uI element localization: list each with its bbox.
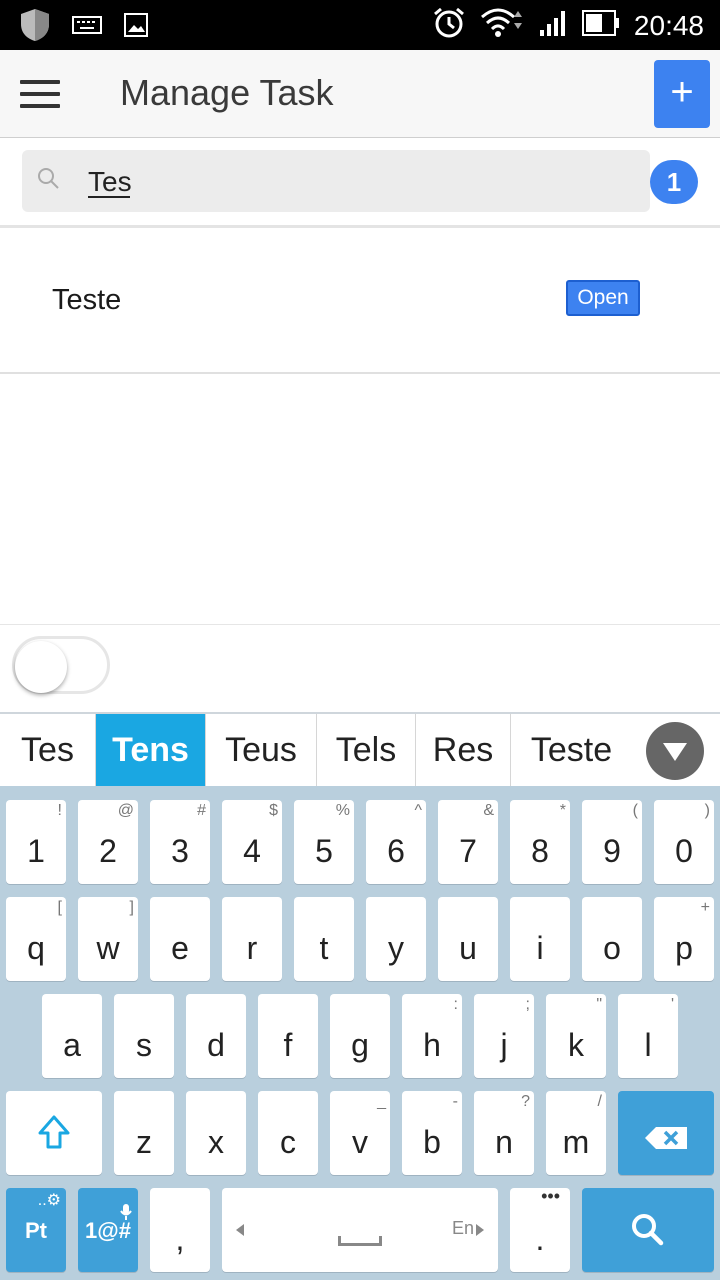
signal-icon: [538, 8, 568, 43]
space-key[interactable]: En: [222, 1188, 498, 1272]
backspace-key[interactable]: [618, 1091, 714, 1175]
comma-key[interactable]: ,: [150, 1188, 210, 1272]
wifi-icon: [480, 7, 524, 44]
settings-icon: ..⚙: [37, 1192, 61, 1209]
status-bar: 20:48: [0, 0, 720, 50]
key-b[interactable]: -b: [402, 1091, 462, 1175]
key-j[interactable]: ; j: [474, 994, 534, 1078]
key-q[interactable]: [q: [6, 897, 66, 981]
toggle-area: [0, 624, 720, 712]
key-a[interactable]: a: [42, 994, 102, 1078]
image-icon: [124, 13, 148, 42]
key-r[interactable]: r: [222, 897, 282, 981]
key-0[interactable]: ) 0: [654, 800, 714, 884]
key-g[interactable]: g: [330, 994, 390, 1078]
key-u[interactable]: u: [438, 897, 498, 981]
key-f[interactable]: f: [258, 994, 318, 1078]
shield-icon: [20, 8, 50, 47]
right-arrow-icon: [476, 1224, 484, 1236]
search-key[interactable]: [582, 1188, 714, 1272]
input-underline: [88, 196, 130, 198]
key-1[interactable]: ! 1: [6, 800, 66, 884]
keyboard: ! 1 @2 #3 $4 % 5 ^ 6 & 7 * 8 (9 ) 0 [q ] w e r …: [0, 786, 720, 1280]
key-y[interactable]: y: [366, 897, 426, 981]
key-h[interactable]: :h: [402, 994, 462, 1078]
clock-time: 20:48: [633, 9, 704, 41]
key-6[interactable]: ^ 6: [366, 800, 426, 884]
alarm-icon: [432, 6, 466, 45]
key-w[interactable]: ] w: [78, 897, 138, 981]
key-x[interactable]: x: [186, 1091, 246, 1175]
space-language-label: En: [451, 1218, 474, 1238]
symbols-key[interactable]: 1@#: [78, 1188, 138, 1272]
expand-suggestions-icon[interactable]: [646, 722, 704, 780]
search-input[interactable]: [88, 162, 608, 202]
page-title: Manage Task: [120, 72, 334, 113]
ellipsis-icon: •••: [541, 1186, 560, 1206]
key-c[interactable]: c: [258, 1091, 318, 1175]
suggestion-item[interactable]: Tels: [317, 714, 416, 786]
search-icon: [630, 1212, 664, 1254]
key-d[interactable]: d: [186, 994, 246, 1078]
key-2[interactable]: @2: [78, 800, 138, 884]
search-row: 1: [0, 138, 720, 228]
key-k[interactable]: " k: [546, 994, 606, 1078]
key-m[interactable]: / m: [546, 1091, 606, 1175]
shift-key[interactable]: [6, 1091, 102, 1175]
menu-icon[interactable]: [20, 80, 60, 110]
status-badge: Open: [566, 280, 640, 316]
result-count-badge: 1: [650, 160, 698, 204]
suggestion-item[interactable]: Teste: [511, 714, 632, 786]
key-z[interactable]: z: [114, 1091, 174, 1175]
key-e[interactable]: e: [150, 897, 210, 981]
key-p[interactable]: + p: [654, 897, 714, 981]
search-box[interactable]: [22, 150, 650, 212]
key-9[interactable]: (9: [582, 800, 642, 884]
task-row[interactable]: Teste Open: [0, 228, 720, 374]
key-5[interactable]: % 5: [294, 800, 354, 884]
app-bar: Manage Task +: [0, 50, 720, 138]
key-v[interactable]: _ v: [330, 1091, 390, 1175]
toggle-knob: [15, 641, 67, 693]
shift-icon: [38, 1115, 70, 1157]
key-i[interactable]: i: [510, 897, 570, 981]
keyboard-icon: [72, 15, 102, 40]
suggestion-item[interactable]: Teus: [206, 714, 317, 786]
battery-icon: [581, 10, 620, 41]
key-8[interactable]: * 8: [510, 800, 570, 884]
key-l[interactable]: ' l: [618, 994, 678, 1078]
key-s[interactable]: s: [114, 994, 174, 1078]
task-name: Teste: [52, 284, 122, 316]
toggle-switch[interactable]: [12, 636, 110, 694]
add-task-button[interactable]: +: [654, 60, 710, 128]
key-n[interactable]: ? n: [474, 1091, 534, 1175]
key-3[interactable]: #3: [150, 800, 210, 884]
suggestion-item[interactable]: Tes: [0, 714, 96, 786]
suggestion-bar: Tes Tens Teus Tels Res Teste: [0, 712, 720, 786]
backspace-icon: [644, 1121, 688, 1158]
left-arrow-icon: [236, 1224, 244, 1236]
space-bar-icon: [338, 1236, 382, 1246]
suggestion-item[interactable]: Res: [416, 714, 511, 786]
key-o[interactable]: o: [582, 897, 642, 981]
key-7[interactable]: & 7: [438, 800, 498, 884]
language-key[interactable]: ..⚙ Pt: [6, 1188, 66, 1272]
suggestion-item[interactable]: Tens: [96, 714, 206, 786]
period-key[interactable]: ••• .: [510, 1186, 570, 1272]
key-4[interactable]: $4: [222, 800, 282, 884]
key-t[interactable]: t: [294, 897, 354, 981]
search-icon: [36, 166, 60, 190]
